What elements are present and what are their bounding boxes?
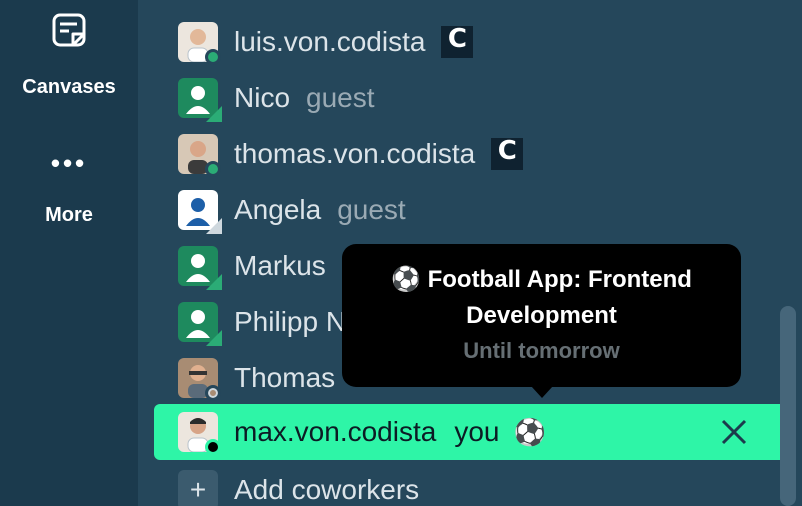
more-dots-icon: •••: [50, 148, 88, 178]
member-name: luis.von.codista: [234, 26, 426, 57]
member-name: thomas.von.codista: [234, 138, 476, 169]
add-coworkers-button[interactable]: + Add coworkers: [178, 462, 419, 506]
guest-tag: guest: [306, 82, 375, 113]
guest-away-icon: [206, 218, 222, 234]
avatar: [178, 246, 222, 290]
tooltip-status-line1: ⚽ Football App: Frontend: [391, 266, 692, 293]
avatar: [178, 358, 221, 401]
member-name: Philipp N: [234, 306, 347, 337]
soccer-ball-icon[interactable]: ⚽: [513, 417, 545, 448]
member-name: Angela: [234, 194, 322, 225]
avatar: [178, 134, 221, 177]
rail-more-button[interactable]: ••• More: [0, 150, 138, 227]
avatar: [178, 412, 221, 455]
canvas-icon: [52, 13, 86, 47]
member-row-self[interactable]: max.von.codista you ⚽: [154, 404, 788, 460]
rail-canvases-label: Canvases: [22, 76, 116, 98]
member-row-luis[interactable]: luis.von.codista C: [178, 14, 474, 70]
member-row-thomas-codista[interactable]: thomas.von.codista C: [178, 126, 524, 182]
member-name: Nico: [234, 82, 291, 113]
avatar: [178, 78, 222, 122]
plus-icon: +: [178, 470, 218, 506]
app-rail: Canvases ••• More: [0, 0, 138, 506]
member-name: Markus: [234, 250, 326, 281]
member-row-angela[interactable]: Angela guest: [178, 182, 406, 238]
status-tooltip: ⚽ Football App: Frontend Development Unt…: [342, 244, 741, 398]
guest-presence-icon: [206, 330, 222, 346]
avatar: [178, 190, 222, 234]
guest-tag: guest: [337, 194, 406, 225]
member-row-nico[interactable]: Nico guest: [178, 70, 375, 126]
member-row-thomas[interactable]: Thomas: [178, 350, 335, 406]
avatar: [178, 302, 222, 346]
rail-canvases-button[interactable]: Canvases: [0, 10, 138, 99]
tooltip-arrow: [531, 386, 553, 398]
presence-away-icon: [205, 385, 221, 401]
close-icon[interactable]: [720, 418, 748, 446]
member-row-philipp[interactable]: Philipp N: [178, 294, 346, 350]
member-name: Thomas: [234, 362, 336, 393]
rail-more-label: More: [45, 204, 93, 226]
guest-presence-icon: [206, 274, 222, 290]
you-label: you: [454, 416, 500, 447]
avatar: [178, 22, 221, 65]
add-coworkers-label: Add coworkers: [234, 474, 420, 505]
member-name: max.von.codista: [234, 416, 437, 447]
org-badge-icon: C: [441, 24, 474, 58]
presence-dnd-icon: [205, 439, 221, 455]
tooltip-expiry: Until tomorrow: [463, 338, 620, 363]
presence-active-icon: [205, 161, 221, 177]
member-row-markus[interactable]: Markus: [178, 238, 326, 294]
scrollbar[interactable]: [780, 306, 796, 506]
org-badge-icon: C: [491, 136, 524, 170]
presence-active-icon: [205, 49, 221, 65]
guest-presence-icon: [206, 106, 222, 122]
tooltip-status-line2: Development: [466, 302, 617, 329]
